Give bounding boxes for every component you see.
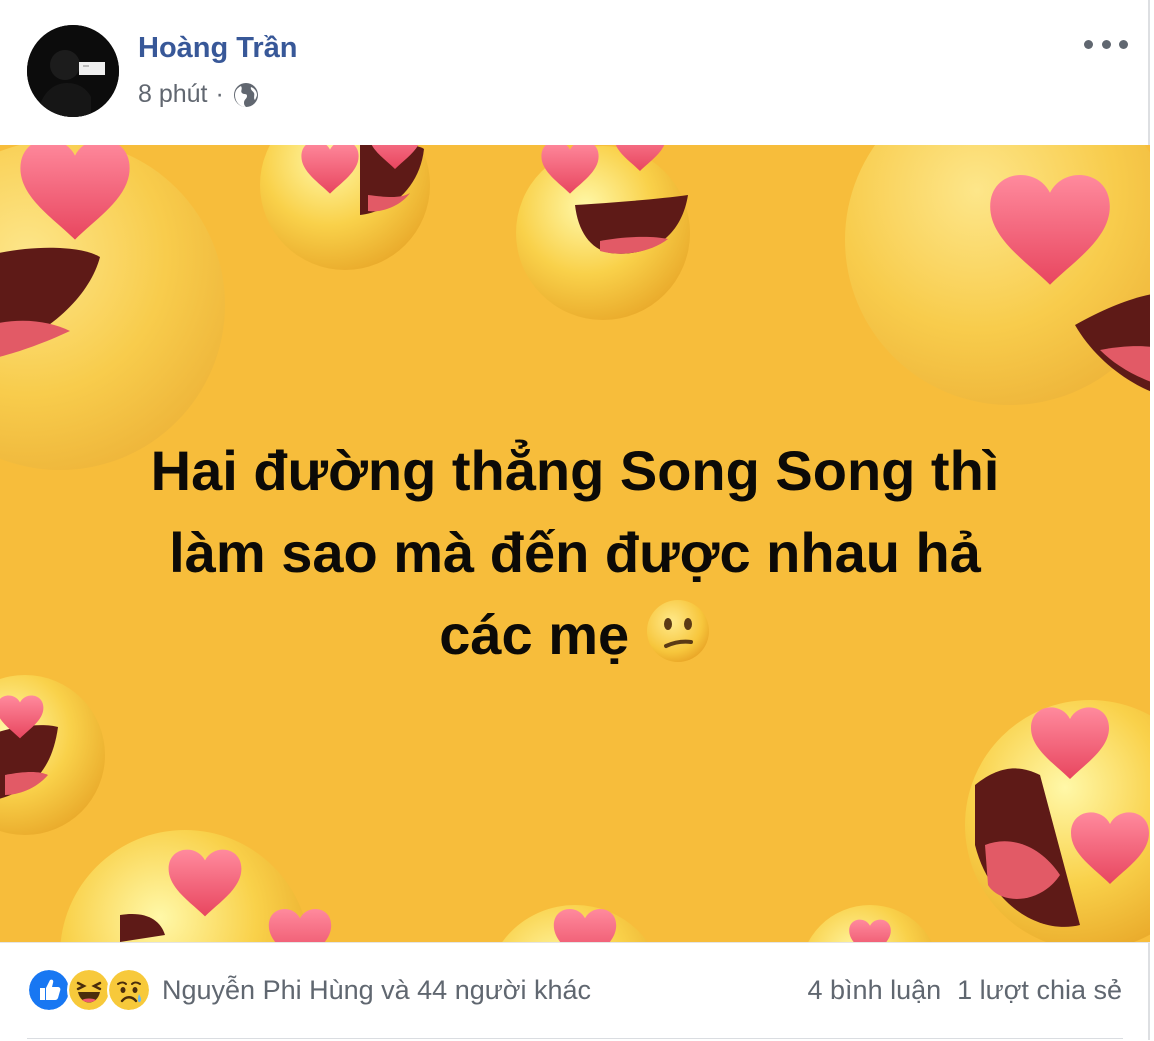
post-card: Hoàng Trần 8 phút · Hai đường thẳng Song…	[0, 0, 1150, 1040]
more-options-icon[interactable]	[1084, 30, 1128, 58]
post-text-line-2: làm sao mà đến được nhau hả	[169, 521, 981, 584]
post-meta: 8 phút ·	[138, 80, 260, 109]
globe-icon[interactable]	[232, 81, 260, 109]
avatar[interactable]	[27, 25, 119, 117]
shares-count[interactable]: 1 lượt chia sẻ	[957, 975, 1122, 1006]
post-time[interactable]: 8 phút	[138, 80, 208, 109]
reactors-summary[interactable]: Nguyễn Phi Hùng và 44 người khác	[162, 975, 591, 1006]
haha-icon[interactable]	[67, 968, 111, 1012]
post-header: Hoàng Trần 8 phút ·	[0, 0, 1148, 145]
confused-face-icon	[645, 598, 711, 664]
author-name[interactable]: Hoàng Trần	[138, 32, 298, 65]
meta-separator: ·	[215, 80, 224, 108]
reaction-icons[interactable]	[27, 968, 151, 1012]
post-text-line-3: các mẹ	[439, 603, 630, 666]
post-text-line-3-wrap: các mẹ	[0, 594, 1150, 676]
post-image[interactable]: Hai đường thẳng Song Song thì làm sao mà…	[0, 145, 1150, 942]
comments-count[interactable]: 4 bình luận	[808, 975, 942, 1006]
footer-divider	[27, 1038, 1123, 1039]
post-text-line-1: Hai đường thẳng Song Song thì	[150, 439, 1000, 502]
engagement-counts: 4 bình luận 1 lượt chia sẻ	[808, 975, 1122, 1006]
like-icon[interactable]	[27, 968, 71, 1012]
sad-icon[interactable]	[107, 968, 151, 1012]
avatar-image	[27, 25, 119, 117]
post-footer: Nguyễn Phi Hùng và 44 người khác 4 bình …	[0, 942, 1150, 1041]
post-image-text: Hai đường thẳng Song Song thì làm sao mà…	[0, 430, 1150, 676]
